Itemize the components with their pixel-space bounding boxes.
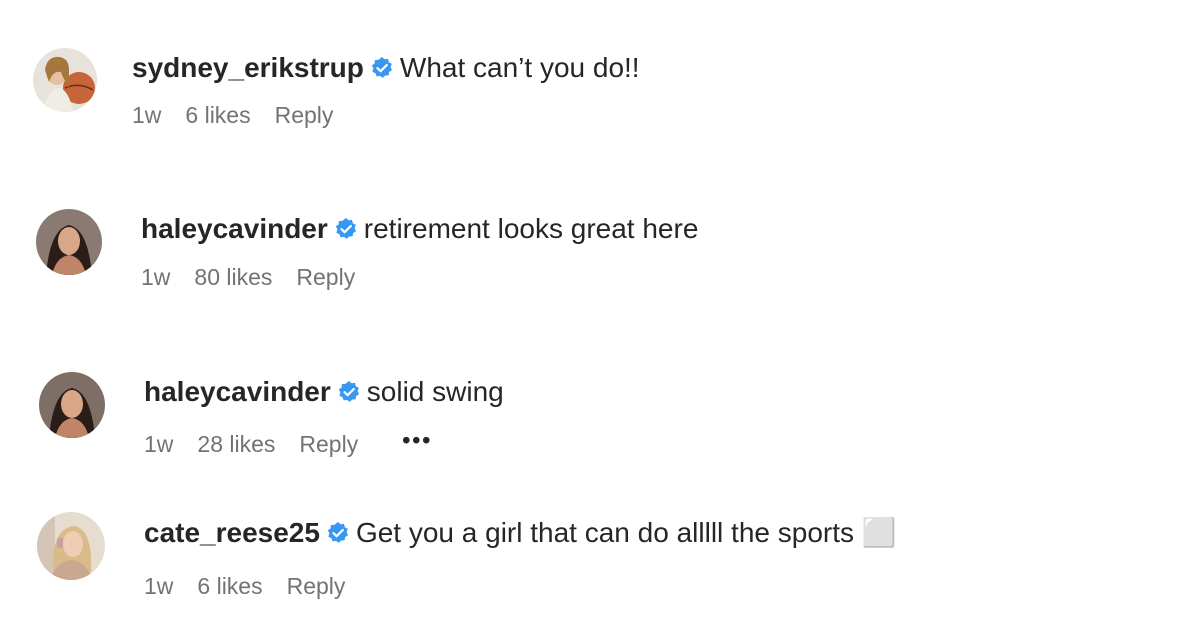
like-count[interactable]: 6 likes xyxy=(197,571,262,601)
like-count[interactable]: 80 likes xyxy=(194,262,272,292)
reply-button[interactable]: Reply xyxy=(296,262,355,292)
avatar[interactable] xyxy=(33,48,97,112)
comment-item: sydney_erikstrup What can’t you do!! 1w 6 … xyxy=(0,0,1200,150)
like-count[interactable]: 6 likes xyxy=(185,100,250,130)
comment-timestamp[interactable]: 1w xyxy=(144,429,173,459)
verified-badge-icon xyxy=(334,214,358,250)
username-link[interactable]: haleycavinder xyxy=(141,213,328,244)
comment-text: Get you a girl that can do alllll the sp… xyxy=(355,517,897,548)
verified-badge-icon xyxy=(337,377,361,413)
comment-meta: 1w 80 likes Reply xyxy=(141,262,355,292)
comment-meta: 1w 6 likes Reply xyxy=(144,571,345,601)
comment-item: cate_reese25 Get you a girl that can do a… xyxy=(0,466,1200,616)
username-link[interactable]: cate_reese25 xyxy=(144,517,320,548)
like-count[interactable]: 28 likes xyxy=(197,429,275,459)
comment-line: sydney_erikstrup What can’t you do!! xyxy=(132,50,640,89)
comment-timestamp[interactable]: 1w xyxy=(132,100,161,130)
comment-text: What can’t you do!! xyxy=(399,52,640,83)
avatar[interactable] xyxy=(36,209,102,275)
comment-timestamp[interactable]: 1w xyxy=(144,571,173,601)
comment-meta: 1w 6 likes Reply xyxy=(132,100,333,130)
avatar[interactable] xyxy=(39,372,105,438)
verified-badge-icon xyxy=(326,518,350,554)
avatar[interactable] xyxy=(37,512,105,580)
verified-badge-icon xyxy=(370,53,394,89)
comment-text: retirement looks great here xyxy=(363,213,699,244)
comment-line: cate_reese25 Get you a girl that can do a… xyxy=(144,515,897,554)
reply-button[interactable]: Reply xyxy=(299,429,358,459)
comment-meta: 1w 28 likes Reply ••• xyxy=(144,425,432,459)
username-link[interactable]: haleycavinder xyxy=(144,376,331,407)
comment-text: solid swing xyxy=(366,376,504,407)
comment-line: haleycavinder retirement looks great here xyxy=(141,211,698,250)
comment-timestamp[interactable]: 1w xyxy=(141,262,170,292)
comment-item: haleycavinder solid swing 1w 28 likes Reply… xyxy=(0,322,1200,472)
reply-button[interactable]: Reply xyxy=(275,100,334,130)
reply-button[interactable]: Reply xyxy=(287,571,346,601)
comment-line: haleycavinder solid swing xyxy=(144,374,504,413)
comment-item: haleycavinder retirement looks great here… xyxy=(0,160,1200,310)
username-link[interactable]: sydney_erikstrup xyxy=(132,52,364,83)
more-options-icon[interactable]: ••• xyxy=(402,425,432,455)
